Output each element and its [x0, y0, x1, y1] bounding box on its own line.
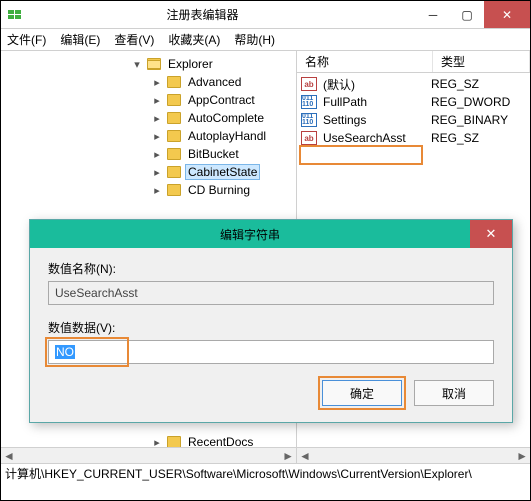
expander-icon[interactable]: ▸ [151, 166, 163, 179]
folder-icon [167, 148, 181, 160]
app-icon [7, 7, 23, 23]
menu-edit[interactable]: 编辑(E) [60, 31, 100, 48]
expander-icon[interactable]: ▾ [131, 58, 143, 71]
dialog-title: 编辑字符串 [30, 226, 470, 243]
tree-hscroll[interactable]: ◄► [3, 449, 294, 463]
list-row[interactable]: ab (默认)REG_SZ [297, 75, 530, 93]
value-name: UseSearchAsst [321, 131, 431, 145]
ok-button[interactable]: 确定 [322, 380, 402, 406]
value-name-label: 数值名称(N): [48, 260, 494, 277]
value-name: (默认) [321, 76, 431, 93]
menu-favorites[interactable]: 收藏夹(A) [168, 31, 220, 48]
folder-icon [167, 166, 181, 178]
list-row[interactable]: 011 110 FullPathREG_DWORD [297, 93, 530, 111]
value-name-field: UseSearchAsst [48, 281, 494, 305]
folder-icon [167, 94, 181, 106]
list-row[interactable]: ab UseSearchAsstREG_SZ [297, 129, 530, 147]
expander-icon[interactable]: ▸ [151, 112, 163, 125]
col-name[interactable]: 名称 [297, 51, 433, 72]
string-value-icon: ab [301, 131, 317, 145]
value-name: Settings [321, 113, 431, 127]
tree-node[interactable]: ▸ Advanced [11, 73, 296, 91]
menubar: 文件(F) 编辑(E) 查看(V) 收藏夹(A) 帮助(H) [1, 29, 530, 51]
node-label: Advanced [185, 75, 244, 89]
maximize-button[interactable]: ▢ [450, 1, 484, 28]
value-type: REG_SZ [431, 77, 479, 91]
menu-file[interactable]: 文件(F) [7, 31, 46, 48]
minimize-button[interactable]: ─ [416, 1, 450, 28]
list-row[interactable]: 011 110 SettingsREG_BINARY [297, 111, 530, 129]
close-button[interactable]: ✕ [484, 1, 530, 28]
titlebar: 注册表编辑器 ─ ▢ ✕ [1, 1, 530, 29]
value-data-label: 数值数据(V): [48, 319, 494, 336]
value-data-field[interactable]: NO [48, 340, 494, 364]
expander-icon[interactable]: ▸ [151, 94, 163, 107]
value-type: REG_SZ [431, 131, 479, 145]
status-path: 计算机\HKEY_CURRENT_USER\Software\Microsoft… [5, 465, 472, 482]
tree-node[interactable]: ▸ CabinetState [11, 163, 296, 181]
tree-node[interactable]: ▸ AutoplayHandl [11, 127, 296, 145]
tree-node[interactable]: ▸ BitBucket [11, 145, 296, 163]
cancel-button[interactable]: 取消 [414, 380, 494, 406]
node-label: Explorer [165, 57, 216, 71]
binary-value-icon: 011 110 [301, 95, 317, 109]
value-type: REG_DWORD [431, 95, 510, 109]
folder-icon [167, 112, 181, 124]
value-type: REG_BINARY [431, 113, 508, 127]
expander-icon[interactable]: ▸ [151, 148, 163, 161]
node-label: CD Burning [185, 183, 253, 197]
menu-help[interactable]: 帮助(H) [234, 31, 275, 48]
node-label: CabinetState [185, 164, 260, 180]
folder-icon [167, 76, 181, 88]
expander-icon[interactable]: ▸ [151, 130, 163, 143]
folder-icon [147, 58, 161, 70]
edit-string-dialog: 编辑字符串 ✕ 数值名称(N): UseSearchAsst 数值数据(V): … [29, 219, 513, 423]
dialog-close-button[interactable]: ✕ [470, 220, 512, 248]
folder-icon [167, 184, 181, 196]
node-label: AppContract [185, 93, 258, 107]
expander-icon[interactable]: ▸ [151, 184, 163, 197]
node-label: AutoplayHandl [185, 129, 269, 143]
menu-view[interactable]: 查看(V) [114, 31, 154, 48]
node-label: AutoComplete [185, 111, 267, 125]
string-value-icon: ab [301, 77, 317, 91]
folder-icon [167, 130, 181, 142]
value-name: FullPath [321, 95, 431, 109]
tree-node[interactable]: ▸ CD Burning [11, 181, 296, 199]
tree-node[interactable]: ▾ Explorer [11, 55, 296, 73]
window-title: 注册表编辑器 [29, 6, 416, 23]
col-type[interactable]: 类型 [433, 51, 530, 72]
expander-icon[interactable]: ▸ [151, 76, 163, 89]
binary-value-icon: 011 110 [301, 113, 317, 127]
node-label: BitBucket [185, 147, 242, 161]
list-hscroll[interactable]: ◄► [299, 449, 528, 463]
statusbar: 计算机\HKEY_CURRENT_USER\Software\Microsoft… [1, 463, 530, 483]
tree-node[interactable]: ▸ AutoComplete [11, 109, 296, 127]
tree-node[interactable]: ▸ AppContract [11, 91, 296, 109]
